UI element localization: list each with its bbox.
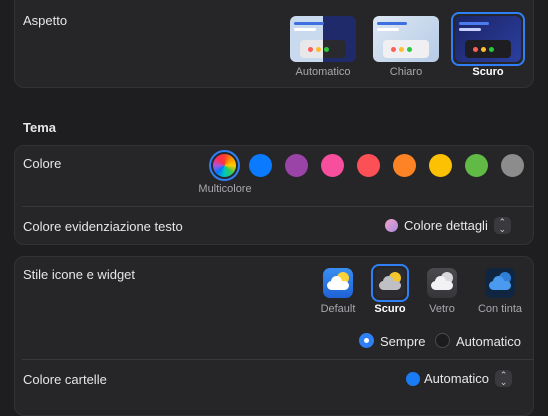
appearance-automatic-caption: Automatico: [295, 66, 351, 78]
highlight-color-swatch-icon: [385, 219, 398, 232]
weather-icon: [327, 272, 349, 290]
accent-swatch-purple[interactable]: [285, 154, 308, 177]
appearance-dark-option[interactable]: [455, 16, 521, 62]
highlight-color-label: Colore evidenziazione testo: [23, 219, 183, 234]
chevron-updown-icon: ⌃ ⌄: [493, 217, 511, 234]
theme-section-title: Tema: [23, 120, 56, 135]
accent-color-label: Colore: [23, 156, 62, 171]
accent-swatch-multicolor[interactable]: [213, 154, 236, 177]
folder-color-value: Automatico: [424, 371, 490, 386]
widget-style-default-caption: Default: [320, 303, 356, 315]
divider: [22, 359, 534, 360]
accent-swatch-graphite[interactable]: [501, 154, 524, 177]
appearance-light-option[interactable]: [373, 16, 439, 62]
widget-style-dark-caption: Scuro: [374, 303, 406, 315]
appearance-dark-caption: Scuro: [472, 66, 504, 78]
accent-selected-caption: Multicolore: [198, 183, 252, 195]
folder-color-popup[interactable]: Automatico ⌃ ⌄: [406, 370, 513, 387]
mode-automatic-radio[interactable]: [435, 333, 450, 348]
accent-swatch-pink[interactable]: [321, 154, 344, 177]
accent-swatch-orange[interactable]: [393, 154, 416, 177]
widgets-style-label: Stile icone e widget: [23, 267, 136, 282]
widget-style-glass-option[interactable]: [427, 268, 457, 298]
appearance-light-caption: Chiaro: [389, 66, 423, 78]
weather-icon: [379, 272, 401, 290]
widget-style-dark-option[interactable]: [375, 268, 405, 298]
folder-color-swatch-icon: [406, 371, 420, 386]
divider: [22, 206, 534, 207]
widget-style-default-option[interactable]: [323, 268, 353, 298]
accent-swatch-green[interactable]: [465, 154, 488, 177]
chevron-updown-icon: ⌃ ⌄: [495, 370, 513, 387]
folder-color-label: Colore cartelle: [23, 372, 107, 387]
mode-automatic-label: Automatico: [456, 334, 522, 349]
widget-style-tinted-option[interactable]: [485, 268, 515, 298]
weather-icon: [489, 272, 511, 290]
mode-always-radio[interactable]: [359, 333, 374, 348]
accent-swatch-yellow[interactable]: [429, 154, 452, 177]
weather-icon: [431, 272, 453, 290]
highlight-color-value: Colore dettagli: [404, 218, 488, 233]
appearance-automatic-option[interactable]: [290, 16, 356, 62]
widget-style-glass-caption: Vetro: [429, 303, 455, 315]
appearance-label: Aspetto: [23, 13, 68, 28]
accent-swatch-red[interactable]: [357, 154, 380, 177]
mode-always-label: Sempre: [380, 334, 426, 349]
highlight-color-popup[interactable]: Colore dettagli ⌃ ⌄: [385, 217, 511, 234]
widget-style-tinted-caption: Con tinta: [477, 303, 523, 315]
accent-swatch-blue[interactable]: [249, 154, 272, 177]
